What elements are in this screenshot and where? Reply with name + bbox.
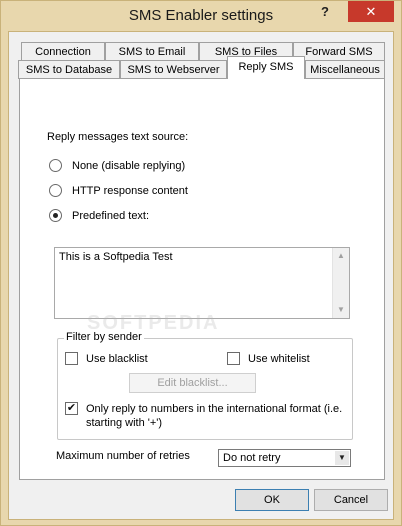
scroll-up-icon[interactable]: ▲	[333, 248, 349, 264]
help-button[interactable]: ?	[312, 2, 338, 22]
ok-button[interactable]: OK	[235, 489, 309, 511]
max-retries-value: Do not retry	[223, 452, 281, 464]
cancel-button[interactable]: Cancel	[314, 489, 388, 511]
tab-sms-to-database[interactable]: SMS to Database	[18, 60, 120, 79]
max-retries-label: Maximum number of retries	[56, 450, 190, 462]
intl-format-label-line1[interactable]: Only reply to numbers in the internation…	[86, 403, 342, 415]
radio-http-response[interactable]	[49, 184, 62, 197]
use-whitelist-checkbox[interactable]	[227, 352, 240, 365]
dialog-client-area: Connection SMS to Email SMS to Files For…	[8, 31, 394, 520]
tab-miscellaneous[interactable]: Miscellaneous	[305, 60, 385, 79]
radio-predefined-text-label[interactable]: Predefined text:	[72, 210, 149, 222]
edit-blacklist-button[interactable]: Edit blacklist...	[129, 373, 256, 393]
tab-sms-to-email[interactable]: SMS to Email	[105, 42, 199, 61]
tab-reply-sms[interactable]: Reply SMS	[227, 56, 305, 79]
predefined-text-area[interactable]: This is a Softpedia Test ▲ ▼	[54, 247, 350, 319]
radio-none[interactable]	[49, 159, 62, 172]
close-icon: ✕	[365, 4, 377, 19]
title-bar: SMS Enabler settings ? ✕	[1, 1, 401, 31]
scroll-down-icon[interactable]: ▼	[333, 302, 349, 318]
window-title: SMS Enabler settings	[128, 7, 274, 24]
settings-window: SMS Enabler settings ? ✕ Connection SMS …	[0, 0, 402, 526]
tab-forward-sms[interactable]: Forward SMS	[293, 42, 385, 61]
use-blacklist-label[interactable]: Use blacklist	[86, 353, 148, 365]
textarea-scrollbar[interactable]: ▲ ▼	[332, 248, 349, 318]
tab-connection[interactable]: Connection	[21, 42, 105, 61]
reply-source-label: Reply messages text source:	[47, 131, 189, 143]
tab-sms-to-webserver[interactable]: SMS to Webserver	[120, 60, 227, 79]
reply-sms-panel: Reply messages text source: None (disabl…	[19, 78, 385, 480]
radio-none-label[interactable]: None (disable replying)	[72, 160, 185, 172]
radio-predefined-text[interactable]	[49, 209, 62, 222]
use-whitelist-label[interactable]: Use whitelist	[248, 353, 310, 365]
chevron-down-icon[interactable]: ▼	[335, 451, 349, 465]
radio-http-response-label[interactable]: HTTP response content	[72, 185, 188, 197]
intl-format-label-line2[interactable]: starting with '+')	[86, 417, 162, 429]
predefined-text-value: This is a Softpedia Test	[59, 251, 173, 263]
intl-format-checkbox[interactable]: ✔	[65, 402, 78, 415]
filter-group-title: Filter by sender	[64, 331, 144, 343]
close-button[interactable]: ✕	[348, 1, 394, 22]
use-blacklist-checkbox[interactable]	[65, 352, 78, 365]
max-retries-select[interactable]: Do not retry ▼	[218, 449, 351, 467]
